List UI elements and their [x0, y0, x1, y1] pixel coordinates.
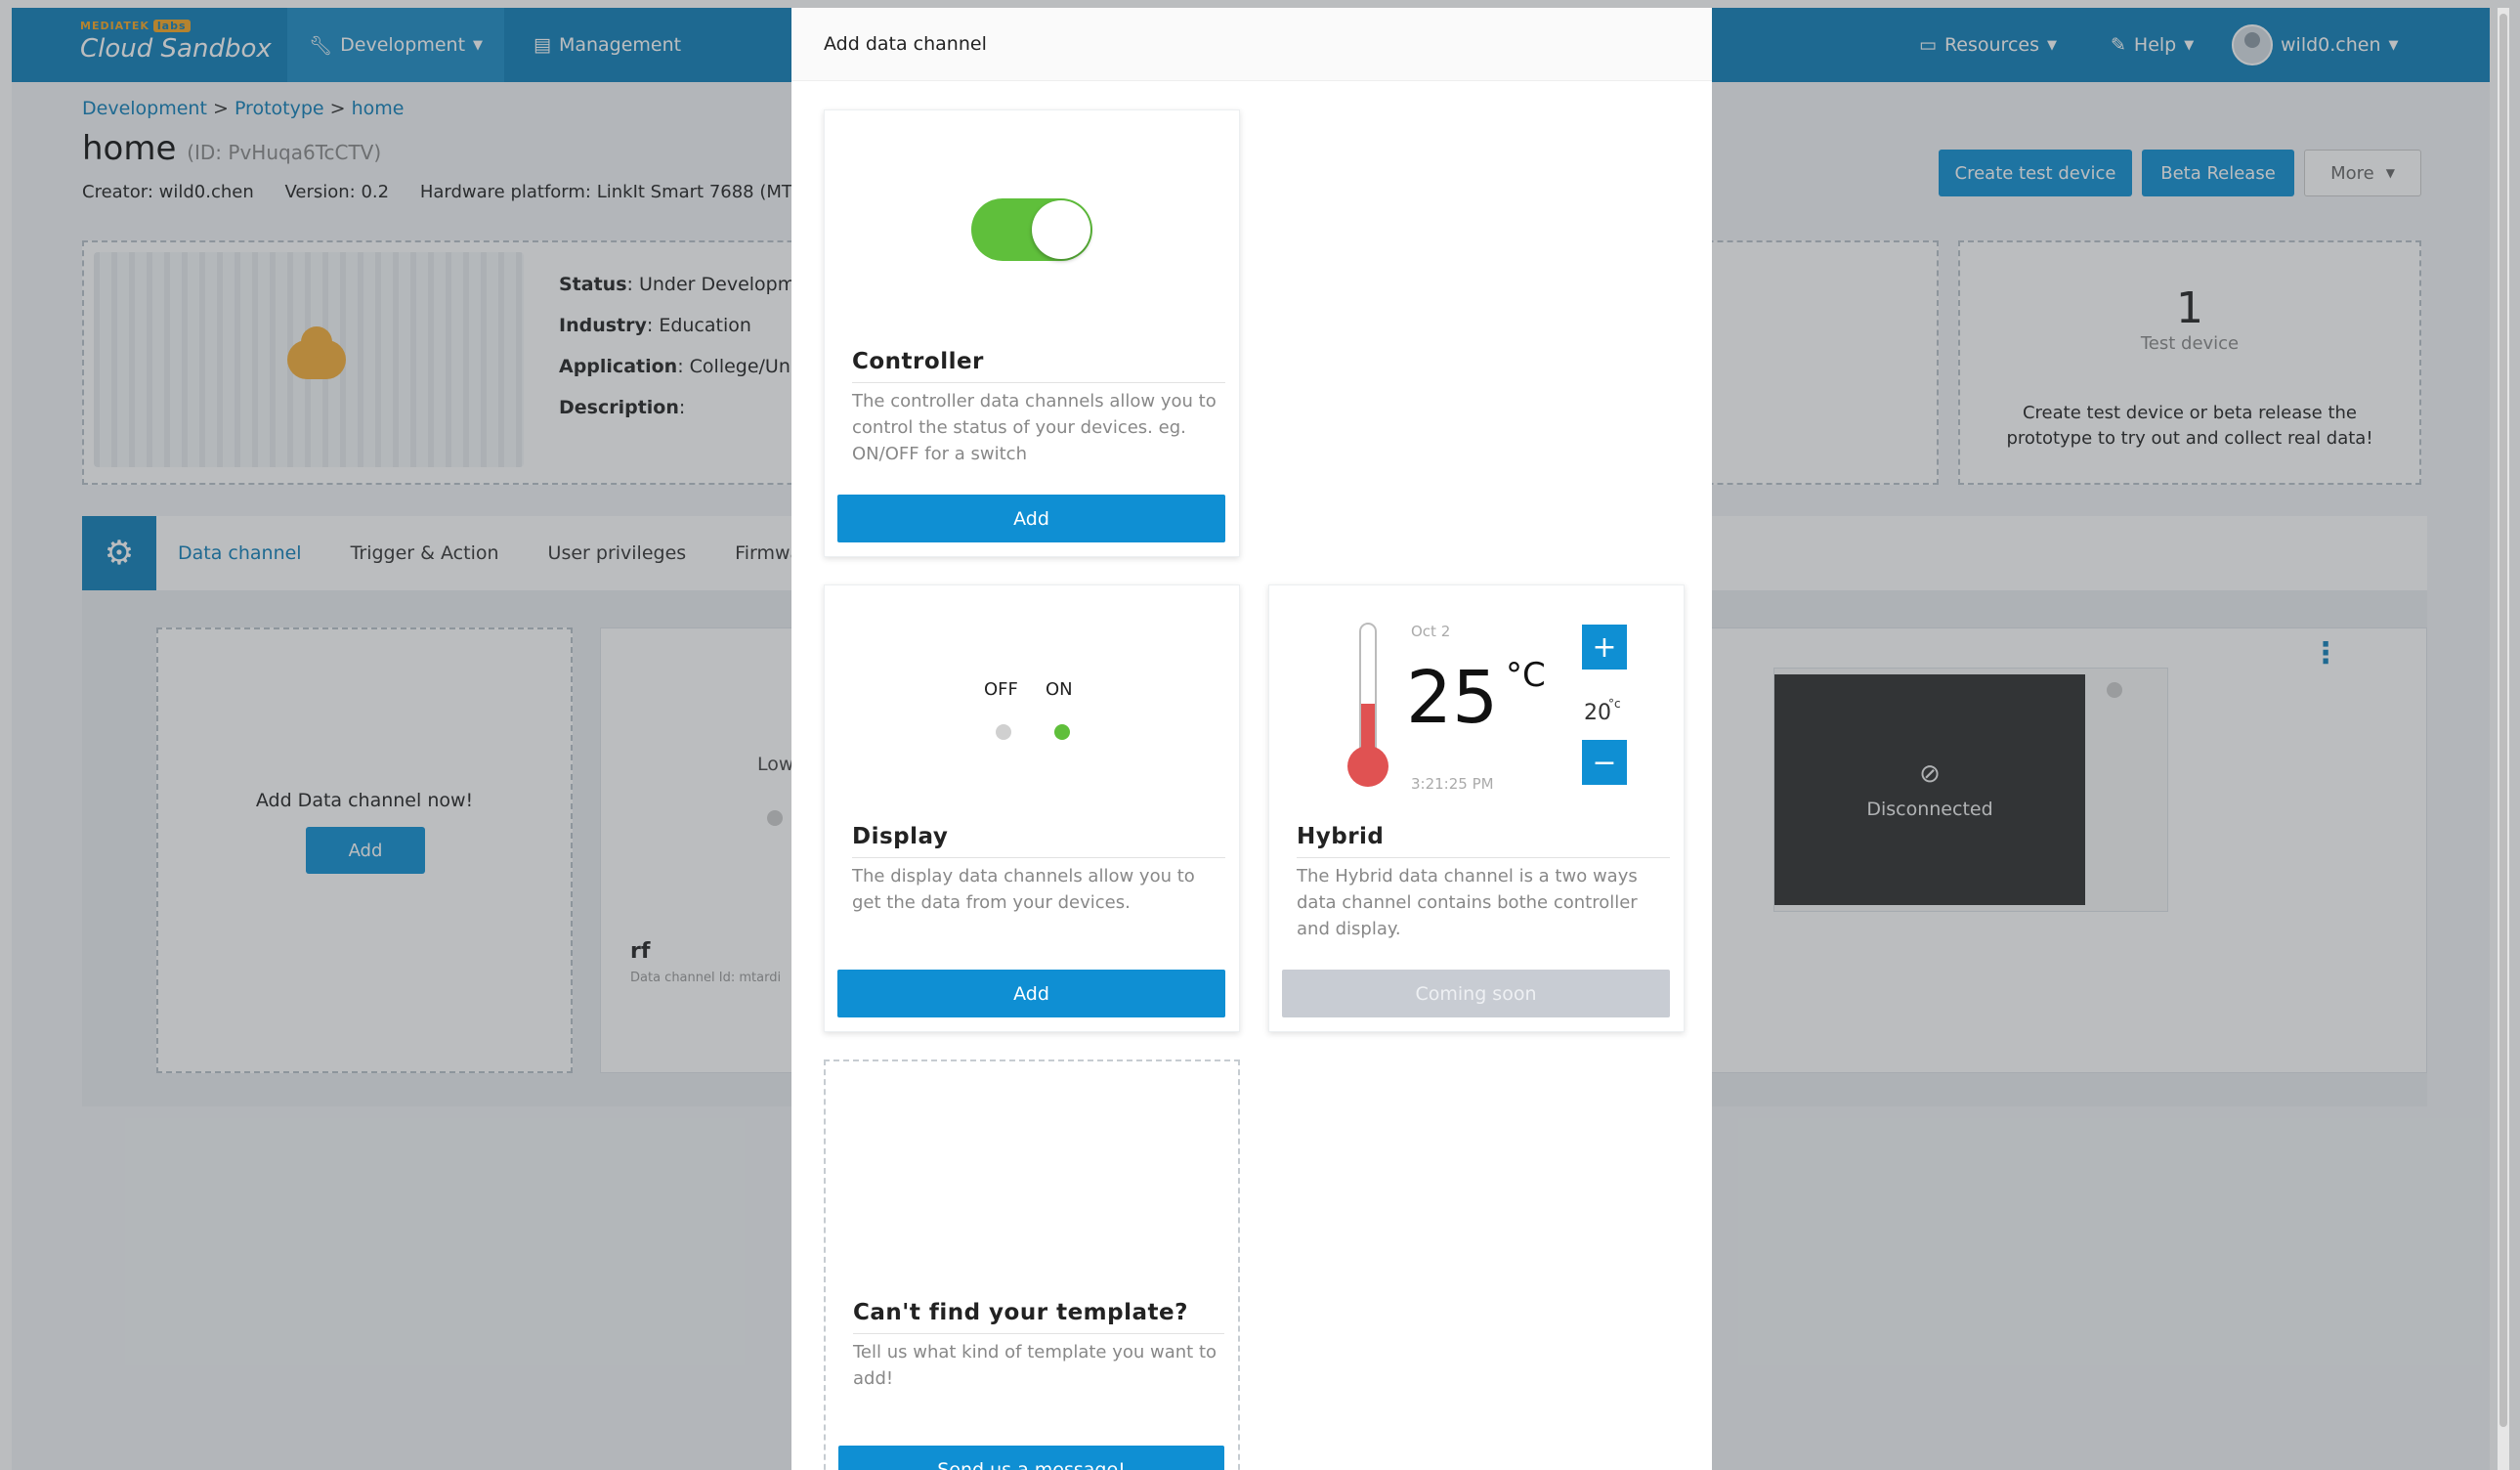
- hybrid-temperature: 25: [1406, 656, 1499, 740]
- custom-template-card: Can't find your template? Tell us what k…: [824, 1059, 1240, 1470]
- page-scrollbar[interactable]: [2498, 8, 2509, 1470]
- modal-header: Add data channel: [791, 8, 1712, 81]
- hybrid-setpoint: 20: [1584, 701, 1611, 725]
- modal-title: Add data channel: [824, 33, 987, 55]
- toggle-switch-icon: [971, 198, 1092, 261]
- scrollbar-thumb[interactable]: [2499, 14, 2507, 1427]
- custom-title: Can't find your template?: [853, 1300, 1188, 1325]
- controller-template-card: Controller The controller data channels …: [824, 109, 1240, 557]
- hybrid-date: Oct 2: [1411, 623, 1451, 640]
- hybrid-description: The Hybrid data channel is a two ways da…: [1297, 866, 1638, 939]
- add-display-button[interactable]: Add: [837, 970, 1225, 1017]
- add-data-channel-modal: Add data channel Controller The controll…: [791, 8, 1712, 1470]
- display-description: The display data channels allow you to g…: [852, 866, 1195, 913]
- add-controller-button[interactable]: Add: [837, 495, 1225, 542]
- divider: [1297, 857, 1670, 858]
- on-label: ON: [1046, 679, 1073, 700]
- divider: [853, 1333, 1224, 1334]
- minus-icon: −: [1582, 740, 1627, 785]
- divider: [852, 382, 1225, 383]
- divider: [852, 857, 1225, 858]
- on-indicator-icon: [1054, 724, 1070, 740]
- hybrid-time: 3:21:25 PM: [1411, 775, 1494, 793]
- off-indicator-icon: [996, 724, 1011, 740]
- send-message-button[interactable]: Send us a message!: [838, 1446, 1224, 1470]
- toggle-knob: [1032, 200, 1090, 259]
- hybrid-template-card: Oct 2 25 °C 3:21:25 PM + 20 °c − Hybrid …: [1268, 584, 1685, 1032]
- display-template-card: OFF ON Display The display data channels…: [824, 584, 1240, 1032]
- hybrid-setpoint-unit: °c: [1608, 697, 1621, 711]
- controller-title: Controller: [852, 349, 984, 374]
- hybrid-unit: °C: [1506, 656, 1546, 695]
- coming-soon-button: Coming soon: [1282, 970, 1670, 1017]
- display-title: Display: [852, 824, 949, 849]
- controller-description: The controller data channels allow you t…: [852, 391, 1217, 464]
- off-label: OFF: [984, 679, 1018, 700]
- hybrid-title: Hybrid: [1297, 824, 1385, 849]
- custom-description: Tell us what kind of template you want t…: [853, 1342, 1217, 1389]
- plus-icon: +: [1582, 625, 1627, 670]
